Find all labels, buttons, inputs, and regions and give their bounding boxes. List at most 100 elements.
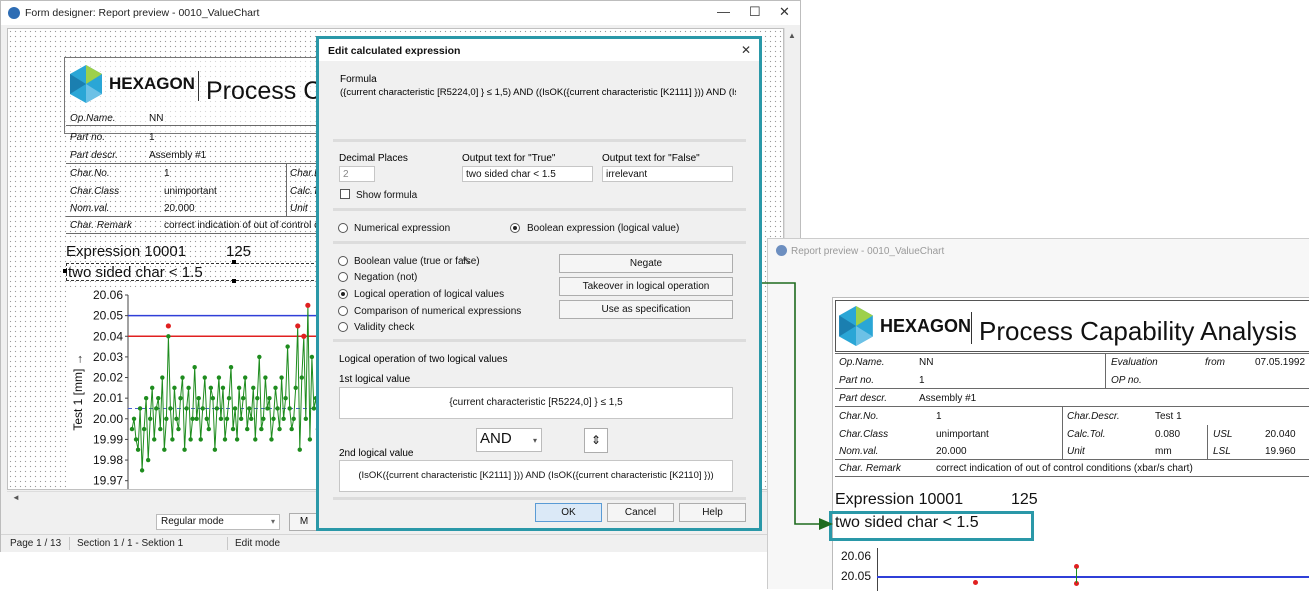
logo-divider <box>198 71 199 101</box>
data-point <box>285 344 290 349</box>
row-label2: Unit <box>290 203 308 214</box>
second-logical-value-text: (IsOK({current characteristic [K2111] })… <box>358 470 714 481</box>
value-chart-svg: 20.06 20.05 20.04 20.03 20.02 20.01 20.00 19.99… <box>66 287 326 489</box>
operator-select[interactable]: AND ▾ <box>476 428 542 452</box>
first-logical-value[interactable]: {current characteristic [R5224,0] } ≤ 1,… <box>339 387 733 419</box>
cell: NN <box>919 357 934 368</box>
data-point <box>212 447 218 452</box>
row-rule <box>835 353 1309 354</box>
data-point <box>190 416 195 421</box>
minimize-button[interactable]: — <box>717 4 730 19</box>
maximize-button[interactable]: ☐ <box>749 4 761 20</box>
col-rule <box>1207 425 1208 459</box>
row-rule <box>835 388 1309 389</box>
help-button[interactable]: Help <box>679 503 746 522</box>
row-rule <box>835 459 1309 460</box>
data-point <box>220 385 226 391</box>
option-label: Validity check <box>354 322 415 333</box>
data-point <box>214 406 220 411</box>
separator <box>333 241 746 244</box>
row-label: Part descr. <box>70 150 118 161</box>
data-point <box>245 426 250 432</box>
cell: Char.Class <box>839 429 889 440</box>
data-point <box>206 426 212 432</box>
negate-button[interactable]: Negate <box>559 254 733 273</box>
cell: Nom.val. <box>839 446 879 457</box>
data-point <box>293 385 298 391</box>
cell: USL <box>1213 429 1233 440</box>
data-point <box>141 426 147 432</box>
y-tick-label: 20.06 <box>93 288 123 302</box>
decimal-places-input[interactable]: 2 <box>339 166 375 182</box>
selection-handle[interactable] <box>63 269 67 273</box>
second-logical-value[interactable]: (IsOK({current characteristic [K2111] })… <box>339 460 733 492</box>
data-point <box>232 406 238 411</box>
y-axis-label: Test 1 [mm] → <box>71 353 85 430</box>
row-label: Char.Class <box>70 186 120 197</box>
mode-select[interactable]: Regular mode ▾ <box>156 514 280 530</box>
cell: Part descr. <box>839 393 887 404</box>
value-chart: 20.06 20.05 20.04 20.03 20.02 20.01 20.00 19.99… <box>66 287 326 489</box>
data-point <box>131 416 137 421</box>
y-tick-label: 20.00 <box>93 412 123 426</box>
data-point <box>166 334 171 339</box>
option-radio-boolean-value[interactable] <box>338 256 348 266</box>
preview-expression-value: 125 <box>1011 491 1038 508</box>
chevron-down-icon: ▾ <box>270 517 275 526</box>
data-point <box>242 375 248 380</box>
data-point <box>291 416 296 421</box>
data-point <box>251 385 256 391</box>
close-button[interactable]: ✕ <box>779 4 790 20</box>
data-point <box>267 395 272 401</box>
data-point <box>180 375 185 380</box>
data-point <box>222 437 228 442</box>
row-value: NN <box>149 113 164 124</box>
row-value: 20.000 <box>164 203 195 214</box>
option-radio-logical-operation[interactable] <box>338 289 348 299</box>
option-radio-comparison[interactable] <box>338 306 348 316</box>
data-point <box>271 416 276 421</box>
true-text-input[interactable]: two sided char < 1.5 <box>462 166 593 182</box>
scroll-up-icon[interactable]: ▲ <box>788 31 796 40</box>
preview-y-tick: 20.05 <box>841 569 872 583</box>
option-radio-validity[interactable] <box>338 322 348 332</box>
swap-button[interactable]: ⇕ <box>584 428 608 453</box>
takeover-button[interactable]: Takeover in logical operation <box>559 277 733 296</box>
false-label: Output text for "False" <box>602 153 700 164</box>
cell: Char.No. <box>839 411 879 422</box>
expression-text-selected[interactable]: two sided char < 1.5 <box>66 263 324 281</box>
data-point <box>168 406 173 411</box>
selection-handle[interactable] <box>232 279 236 283</box>
data-point <box>200 406 205 411</box>
scroll-left-icon[interactable]: ◄ <box>12 493 20 502</box>
expression-label[interactable]: Expression 10001 <box>66 243 186 260</box>
second-value-label: 2nd logical value <box>339 448 414 459</box>
dialog-close-button[interactable]: ✕ <box>741 43 751 57</box>
false-text-input[interactable]: irrelevant <box>602 166 733 182</box>
expression-value[interactable]: 125 <box>226 243 251 260</box>
y-tick-label: 20.05 <box>93 309 123 323</box>
option-radio-negation[interactable] <box>338 272 348 282</box>
cancel-button[interactable]: Cancel <box>607 503 674 522</box>
selection-handle[interactable] <box>232 260 236 264</box>
show-formula-checkbox[interactable] <box>340 189 350 199</box>
data-point <box>309 354 315 360</box>
row-rule <box>66 163 326 164</box>
formula-label: Formula <box>340 74 377 85</box>
col-rule <box>1105 354 1106 388</box>
out-of-control-point <box>295 323 301 329</box>
data-point <box>188 437 193 442</box>
preview-point <box>973 580 978 585</box>
data-point <box>269 437 274 442</box>
cell: 1 <box>919 375 925 386</box>
cell: Op.Name. <box>839 357 885 368</box>
swap-icon: ⇕ <box>590 433 602 447</box>
data-point <box>230 426 236 432</box>
boolean-radio[interactable] <box>510 223 520 233</box>
data-point <box>135 447 141 452</box>
numerical-radio[interactable] <box>338 223 348 233</box>
mode-button[interactable]: M <box>289 513 319 531</box>
use-as-spec-button[interactable]: Use as specification <box>559 300 733 319</box>
ok-button[interactable]: OK <box>535 503 602 522</box>
cell: Test 1 <box>1155 411 1182 422</box>
